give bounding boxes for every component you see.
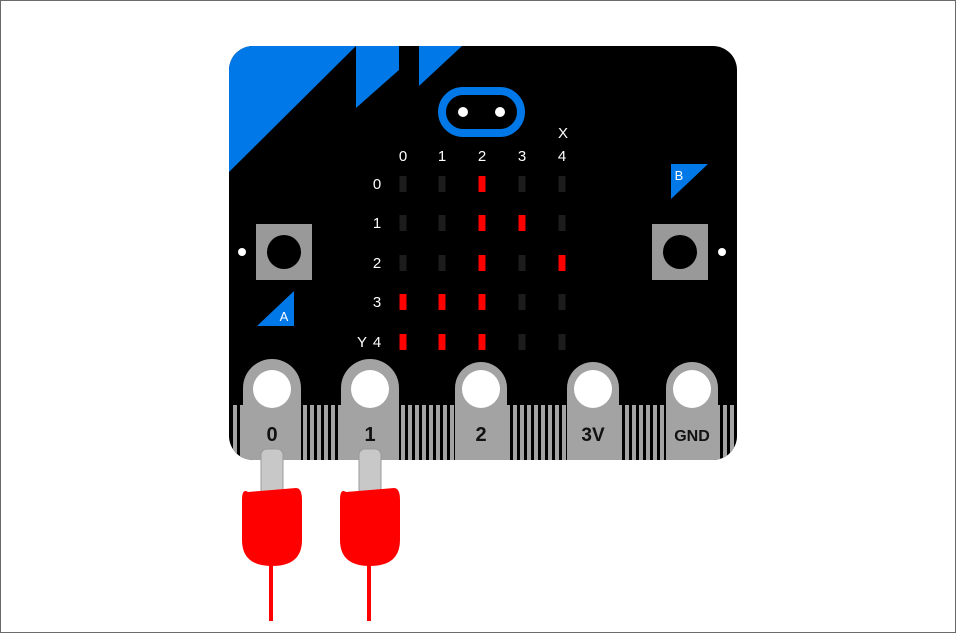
x-axis-label: X	[558, 125, 568, 142]
column-label: 4	[558, 148, 566, 165]
edge-stripe	[639, 405, 643, 460]
led-r4-c2	[478, 334, 486, 350]
pin-label: 1	[364, 424, 375, 446]
pin-gnd[interactable]: GND	[666, 362, 718, 460]
edge-stripe	[310, 405, 314, 460]
edge-stripe	[660, 405, 664, 460]
side-dot-right	[718, 248, 726, 256]
alligator-clips	[242, 448, 400, 621]
led-r3-c3	[518, 294, 526, 310]
led-r1-c1	[438, 215, 446, 231]
led-r4-c3	[518, 334, 526, 350]
edge-stripe	[233, 405, 237, 460]
pin-1[interactable]: 1	[341, 359, 399, 460]
edge-stripe	[555, 405, 559, 460]
row-label: 0	[373, 176, 381, 193]
edge-stripe	[436, 405, 440, 460]
microbit-simulator: X Y 0 1 2 3 4 0 1 2 3 4 A B 0 1 2 3V GND	[229, 46, 737, 621]
pin-hole	[673, 370, 711, 408]
pin-label: GND	[674, 428, 710, 445]
button-a[interactable]	[256, 224, 312, 280]
edge-stripe	[324, 405, 328, 460]
edge-stripe	[723, 405, 727, 460]
pin-hole	[462, 370, 500, 408]
side-dot-left	[238, 248, 246, 256]
edge-stripe	[443, 405, 447, 460]
led-r4-c0	[399, 334, 407, 350]
column-label: 1	[438, 148, 446, 165]
edge-stripe	[730, 405, 734, 460]
row-label: 2	[373, 255, 381, 272]
edge-stripe	[450, 405, 454, 460]
column-label: 2	[478, 148, 486, 165]
pin-3v[interactable]: 3V	[567, 362, 619, 460]
pin-label: 3V	[581, 425, 605, 446]
button-a-label: A	[280, 309, 289, 324]
led-r1-c3	[518, 215, 526, 231]
row-label: 4	[373, 334, 381, 351]
led-r3-c4	[558, 294, 566, 310]
pin-label: 0	[266, 424, 277, 446]
edge-stripe	[513, 405, 517, 460]
led-r0-c3	[518, 176, 526, 192]
column-label: 3	[518, 148, 526, 165]
alligator-clip-icon[interactable]	[340, 448, 400, 621]
led-r3-c1	[438, 294, 446, 310]
button-b-label: B	[675, 168, 684, 183]
edge-stripe	[401, 405, 405, 460]
edge-stripe	[625, 405, 629, 460]
edge-stripe	[408, 405, 412, 460]
edge-stripe	[415, 405, 419, 460]
edge-stripe	[653, 405, 657, 460]
pin-hole	[253, 370, 291, 408]
led-r2-c0	[399, 255, 407, 271]
led-r0-c2	[478, 176, 486, 192]
led-r1-c4	[558, 215, 566, 231]
edge-stripe	[527, 405, 531, 460]
led-r2-c4	[558, 255, 566, 271]
edge-stripe	[646, 405, 650, 460]
y-axis-label: Y	[357, 334, 367, 351]
led-r0-c4	[558, 176, 566, 192]
edge-stripe	[331, 405, 335, 460]
clip-body	[242, 488, 302, 566]
led-r3-c2	[478, 294, 486, 310]
led-r4-c4	[558, 334, 566, 350]
pin-2[interactable]: 2	[455, 362, 507, 460]
led-r2-c2	[478, 255, 486, 271]
edge-stripe	[303, 405, 307, 460]
edge-stripe	[548, 405, 552, 460]
edge-stripe	[317, 405, 321, 460]
led-r0-c1	[438, 176, 446, 192]
pin-hole	[574, 370, 612, 408]
led-r3-c0	[399, 294, 407, 310]
led-r4-c1	[438, 334, 446, 350]
edge-stripe	[632, 405, 636, 460]
edge-stripe	[534, 405, 538, 460]
edge-stripe	[429, 405, 433, 460]
led-r2-c1	[438, 255, 446, 271]
pin-hole	[351, 370, 389, 408]
edge-stripe	[422, 405, 426, 460]
edge-stripe	[541, 405, 545, 460]
pin-0[interactable]: 0	[243, 359, 301, 460]
led-r1-c0	[399, 215, 407, 231]
led-r1-c2	[478, 215, 486, 231]
alligator-clip-icon[interactable]	[242, 448, 302, 621]
led-r2-c3	[518, 255, 526, 271]
button-b[interactable]	[652, 224, 708, 280]
row-label: 3	[373, 294, 381, 311]
pin-label: 2	[475, 424, 486, 446]
row-label: 1	[373, 215, 381, 232]
edge-stripe	[562, 405, 566, 460]
edge-stripe	[520, 405, 524, 460]
column-label: 0	[399, 148, 407, 165]
clip-body	[340, 488, 400, 566]
led-r0-c0	[399, 176, 407, 192]
